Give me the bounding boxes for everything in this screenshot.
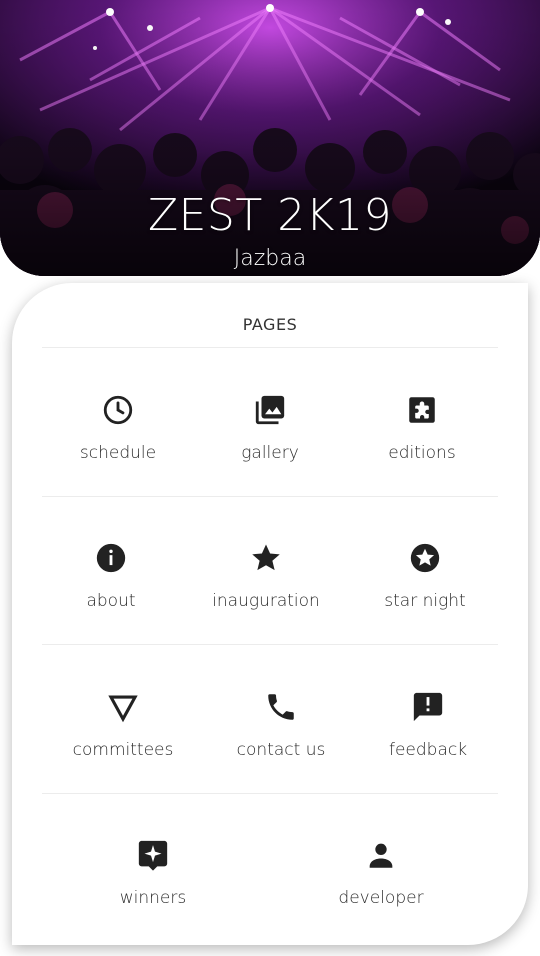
- menu-item-inauguration[interactable]: inauguration: [191, 541, 341, 651]
- pages-card: PAGES schedule gallery editions about in…: [12, 283, 528, 945]
- feedback-icon: [411, 690, 445, 724]
- info-icon: [94, 541, 128, 575]
- stars-circle-icon: [408, 541, 442, 575]
- extension-icon: [405, 393, 439, 427]
- hero-banner: ZEST 2K19 Jazbaa: [0, 0, 540, 276]
- triangle-down-icon: [106, 690, 140, 724]
- menu-item-committees[interactable]: committees: [48, 690, 198, 800]
- menu-item-label: star night: [384, 591, 466, 611]
- menu-item-label: developer: [338, 888, 424, 908]
- divider: [42, 347, 498, 348]
- section-title: PAGES: [242, 315, 298, 334]
- clock-icon: [101, 393, 135, 427]
- event-subtitle: Jazbaa: [233, 246, 307, 271]
- divider: [42, 793, 498, 794]
- photo-library-icon: [253, 393, 287, 427]
- phone-icon: [264, 690, 298, 724]
- divider: [42, 644, 498, 645]
- menu-item-label: feedback: [388, 740, 468, 760]
- menu-item-label: editions: [388, 443, 456, 463]
- divider: [42, 496, 498, 497]
- menu-item-gallery[interactable]: gallery: [195, 393, 345, 503]
- menu-item-label: winners: [119, 888, 187, 908]
- event-title: ZEST 2K19: [147, 190, 393, 241]
- menu-item-editions[interactable]: editions: [347, 393, 497, 503]
- menu-item-about[interactable]: about: [36, 541, 186, 651]
- menu-item-star-night[interactable]: star night: [350, 541, 500, 651]
- menu-item-developer[interactable]: developer: [306, 838, 456, 948]
- person-icon: [364, 838, 398, 872]
- star-icon: [249, 541, 283, 575]
- award-badge-icon: [136, 838, 170, 872]
- menu-item-winners[interactable]: winners: [78, 838, 228, 948]
- menu-item-schedule[interactable]: schedule: [43, 393, 193, 503]
- menu-item-feedback[interactable]: feedback: [353, 690, 503, 800]
